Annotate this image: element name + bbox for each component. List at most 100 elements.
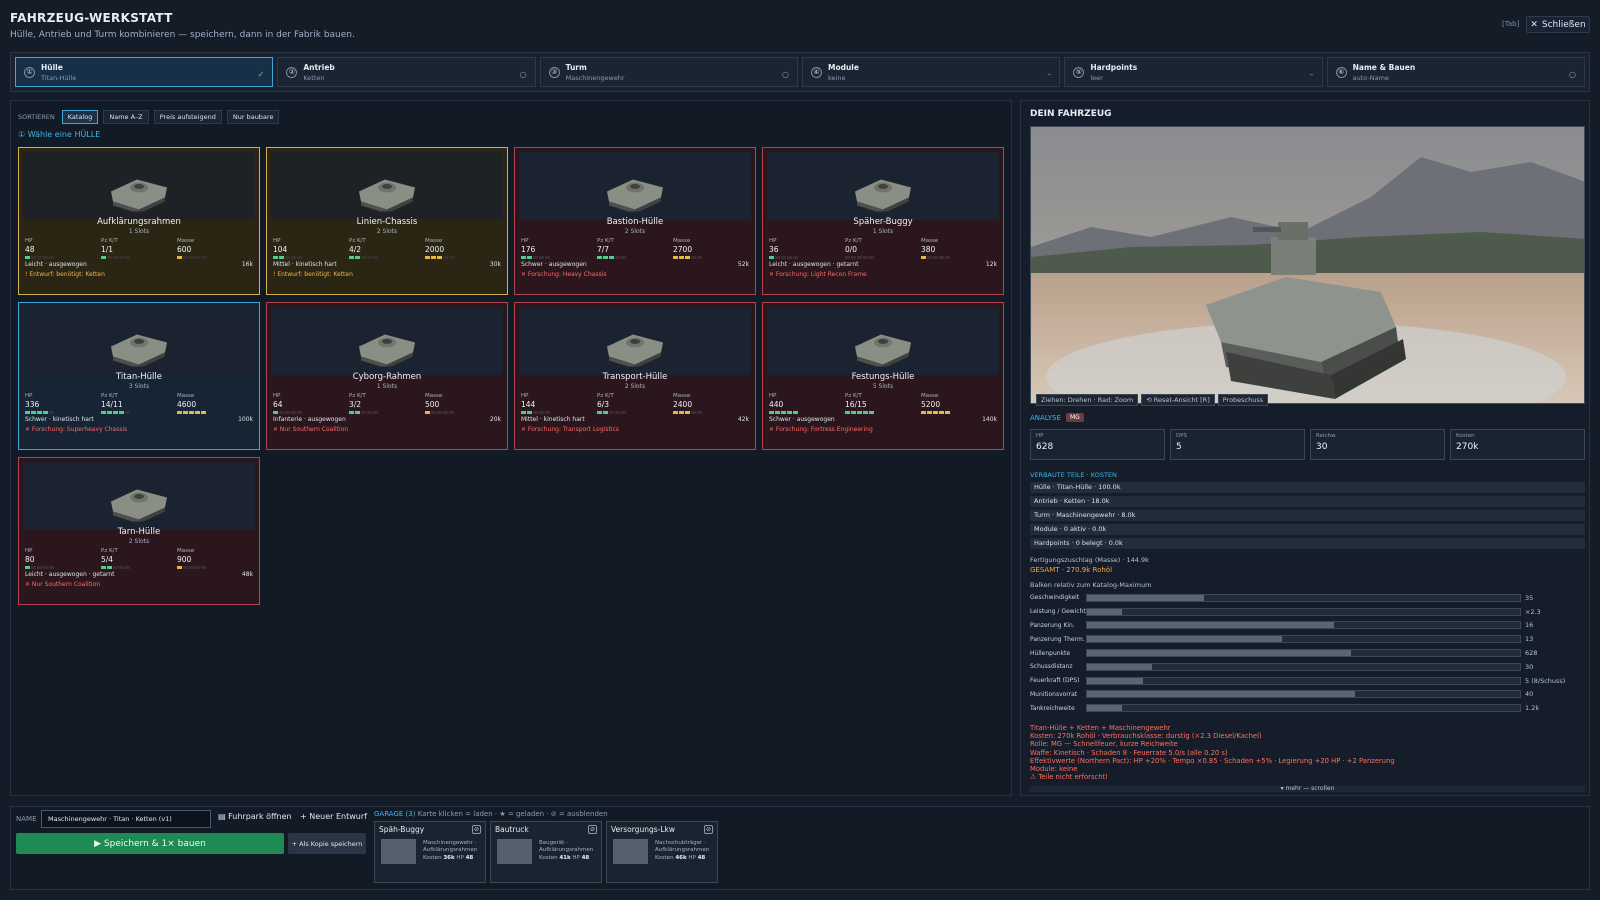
hull-stat-pz: Pz K/T 6/3 <box>597 393 673 414</box>
rating-pip <box>621 411 626 414</box>
step-status-icon: ○ <box>782 70 789 79</box>
step-text: Antrieb Ketten <box>303 63 334 82</box>
rating-pip <box>125 256 130 259</box>
stat-box: Reichw. 30 <box>1310 429 1445 460</box>
stat-bar-track <box>1086 607 1521 616</box>
rating-pip <box>37 411 42 414</box>
hull-slots: 1 Slots <box>872 228 894 235</box>
step-3[interactable]: ③ Turm Maschinengewehr ○ <box>539 57 798 87</box>
step-value: auto-Name <box>1352 73 1389 82</box>
sort-option-1[interactable]: Katalog <box>61 110 99 124</box>
hull-stat-pz: Pz K/T 4/2 <box>349 238 425 259</box>
stat-value: 104 <box>273 245 288 254</box>
rating-pip <box>769 256 774 259</box>
hide-icon[interactable]: ⊘ <box>704 825 713 834</box>
hide-icon[interactable]: ⊘ <box>588 825 597 834</box>
stat-bar-row: Schussdistanz 30 <box>1030 660 1585 674</box>
step-number: ⑤ <box>1073 66 1085 78</box>
hull-card[interactable]: Titan-Hülle 3 Slots HP 336 Pz K/T 14/11 Masse 4… <box>18 302 260 450</box>
rating-pip <box>125 566 130 569</box>
rating-pip <box>691 411 696 414</box>
stat-box-label: Kosten <box>1456 433 1475 439</box>
rating-pip <box>285 411 290 414</box>
rating-pip <box>113 256 118 259</box>
step-number: ④ <box>810 66 822 78</box>
hull-card[interactable]: Transport-Hülle 2 Slots HP 144 Pz K/T 6/3 Mass… <box>514 302 756 450</box>
hull-stat-hp: HP 336 <box>25 393 101 414</box>
step-number: ⑥ <box>1335 66 1347 78</box>
save-as-copy-button[interactable]: + Als Kopie speichern <box>288 833 366 854</box>
garage-hp-value: 48 <box>465 855 474 861</box>
rating-pip <box>189 256 194 259</box>
hull-stats: HP 36 Pz K/T 0/0 Masse 380 <box>769 238 997 259</box>
hide-icon[interactable]: ⊘ <box>472 825 481 834</box>
summary-line: Rolle: MG — Schnellfeuer, kurze Reichwei… <box>1030 740 1178 749</box>
stat-bar-fill <box>1087 691 1356 698</box>
garage-vehicle-image <box>381 839 416 864</box>
new-design-button[interactable]: + Neuer Entwurf <box>300 812 367 821</box>
step-6[interactable]: ⑥ Name & Bauen auto-Name ○ <box>1326 57 1585 87</box>
open-fleet-button[interactable]: ▤ Fuhrpark öffnen <box>218 812 292 821</box>
step-5[interactable]: ⑤ Hardpoints leer – <box>1064 57 1323 87</box>
sort-option-3[interactable]: Preis aufsteigend <box>153 110 222 124</box>
stat-label: Masse <box>425 238 443 244</box>
hull-tags: Infanterie · ausgewogen <box>273 416 346 423</box>
hull-card[interactable]: Tarn-Hülle 2 Slots HP 80 Pz K/T 5/4 Masse 900 Le… <box>18 457 260 605</box>
stat-rating <box>769 411 845 414</box>
rating-pip <box>845 256 850 259</box>
garage-vehicle-image <box>497 839 532 864</box>
garage-desc-line: Aufklärungsrahmen <box>539 846 594 853</box>
stat-bar-track <box>1086 621 1521 630</box>
stat-bar-track <box>1086 662 1521 671</box>
hull-stat-pz: Pz K/T 0/0 <box>845 238 921 259</box>
garage-vehicle-stats: Kosten 36k HP 48 <box>423 855 473 861</box>
close-icon: ✕ <box>1530 19 1538 30</box>
rating-pip <box>113 411 118 414</box>
hull-card[interactable]: Späher-Buggy 1 Slots HP 36 Pz K/T 0/0 Masse 380… <box>762 147 1004 295</box>
hull-card[interactable]: Cyborg-Rahmen 1 Slots HP 64 Pz K/T 3/2 Masse 50… <box>266 302 508 450</box>
sort-option-2[interactable]: Name A–Z <box>103 110 149 124</box>
step-4[interactable]: ④ Module keine – <box>801 57 1061 87</box>
rating-pip <box>609 411 614 414</box>
rating-pip <box>177 256 182 259</box>
hull-card[interactable]: Linien-Chassis 2 Slots HP 104 Pz K/T 4/2 Masse… <box>266 147 508 295</box>
sort-option-4[interactable]: Nur baubare <box>226 110 280 124</box>
choose-hull-heading: ① Wähle eine HÜLLE <box>18 130 101 139</box>
reset-view-button[interactable]: ⟲ Reset-Ansicht [R] <box>1141 394 1215 406</box>
stat-label: HP <box>521 238 529 244</box>
step-2[interactable]: ② Antrieb Ketten ○ <box>277 57 536 87</box>
hull-slots: 3 Slots <box>128 383 150 390</box>
garage-card[interactable]: Späh-Buggy ⊘ Maschinengewehr · Aufklärungsr… <box>374 821 486 883</box>
rating-pip <box>933 256 938 259</box>
rating-pip <box>101 566 106 569</box>
stat-boxes: HP 628 DPS 5 Reichw. 30 Kosten 270k <box>1030 429 1585 460</box>
rating-pip <box>863 256 868 259</box>
vehicle-3d-viewport[interactable] <box>1030 126 1585 404</box>
vehicle-name-input[interactable] <box>41 810 211 828</box>
close-button[interactable]: ✕ Schließen <box>1526 16 1590 33</box>
hull-name: Festungs-Hülle <box>851 372 915 382</box>
test-fire-button[interactable]: Probeschuss <box>1217 394 1269 406</box>
hull-tags: Schwer · kinetisch hart <box>25 416 94 423</box>
hull-slots: 5 Slots <box>872 383 894 390</box>
step-1[interactable]: ① Hülle Titan-Hülle ✓ <box>15 57 274 87</box>
step-title: Turm <box>565 62 587 72</box>
total-cost: GESAMT · 270.9k Rohöl <box>1030 566 1113 574</box>
hull-card[interactable]: Festungs-Hülle 5 Slots HP 440 Pz K/T 16/15 Mas… <box>762 302 1004 450</box>
garage-card[interactable]: Bautruck ⊘ Baugerät · Aufklärungsrahmen Kost… <box>490 821 602 883</box>
scroll-more-indicator[interactable]: ▾ mehr — scrollen <box>1030 786 1585 792</box>
stat-rating <box>921 411 997 414</box>
garage-card[interactable]: Versorgungs-Lkw ⊘ Nachschubträger · Aufklär… <box>606 821 718 883</box>
hull-card[interactable]: Aufklärungsrahmen 1 Slots HP 48 Pz K/T 1/1 Mas… <box>18 147 260 295</box>
save-and-build-button[interactable]: ▶ Speichern & 1× bauen <box>16 833 284 854</box>
rating-pip <box>615 256 620 259</box>
stat-label: Masse <box>921 393 939 399</box>
hull-stat-hp: HP 36 <box>769 238 845 259</box>
stat-label: Pz K/T <box>597 238 614 244</box>
hull-requirement: ✕ Forschung: Light Recon Frame <box>769 271 867 278</box>
garage-vehicle-desc: Nachschubträger · Aufklärungsrahmen <box>655 840 709 853</box>
hull-card[interactable]: Bastion-Hülle 2 Slots HP 176 Pz K/T 7/7 Masse 2… <box>514 147 756 295</box>
stat-bar-track <box>1086 649 1521 658</box>
stat-bar-row: Panzerung Therm. 13 <box>1030 632 1585 646</box>
rating-pip <box>449 256 454 259</box>
